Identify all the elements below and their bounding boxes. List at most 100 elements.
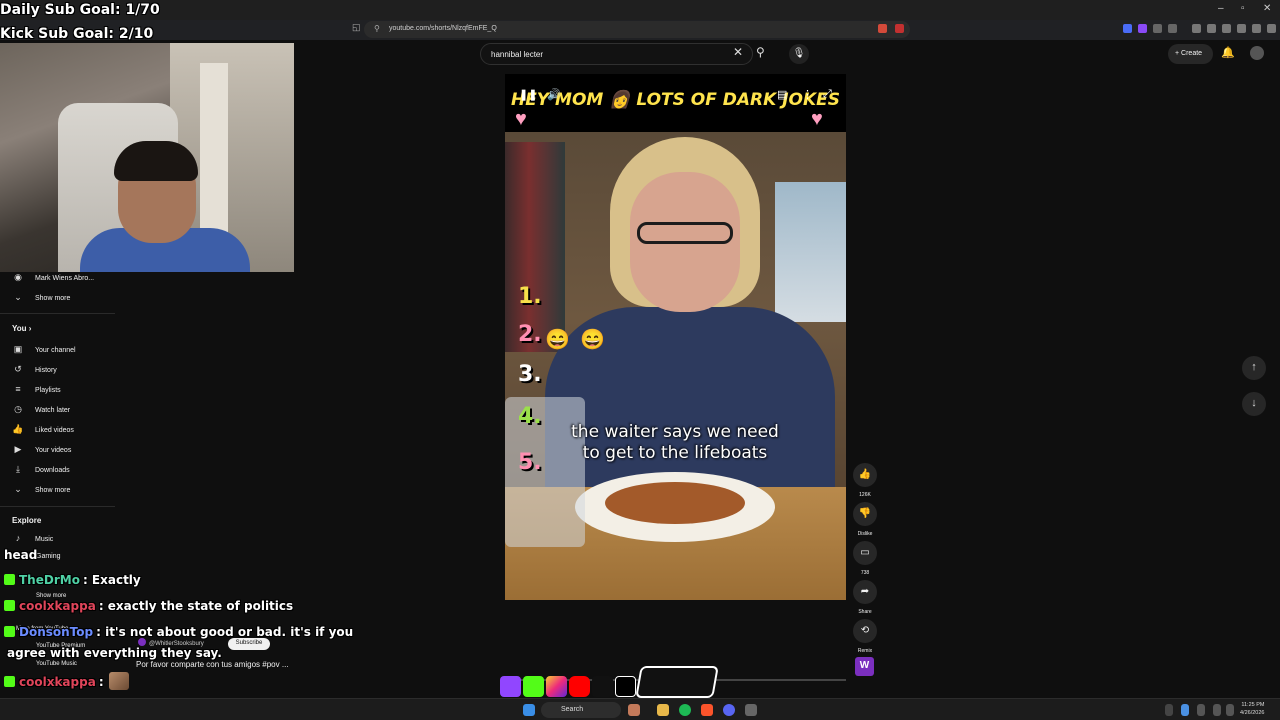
menu-icon[interactable] [1267,24,1276,33]
tray-icon[interactable] [1181,704,1189,716]
mic-tray-icon[interactable] [1197,704,1205,716]
shield-icon[interactable] [1252,24,1261,33]
share-button[interactable]: ➦ Share [853,580,877,615]
chat-text: : it's not about good or bad. it's if yo… [96,625,354,639]
taskbar-search-label: Search [561,706,584,713]
clock-date: 4/26/2026 [1240,710,1265,716]
clock[interactable]: 11:25 PM 4/26/2026 [1240,701,1264,717]
media-icon[interactable] [1192,24,1201,33]
sidebar-icon[interactable] [1207,24,1216,33]
chat-message: coolxkappa: exactly the state of politic… [4,599,293,613]
video-caption: the waiter says we need to get to the li… [545,422,805,464]
previous-short-button[interactable]: ↑ [1242,356,1266,380]
chevron-up-icon[interactable] [1165,704,1173,716]
volume-tray-icon[interactable] [1226,704,1234,716]
spotify-icon[interactable] [679,704,691,716]
sidebar-item-watch-later[interactable]: ◷ Watch later [11,404,70,420]
dislike-label: Dislike [857,531,873,537]
bookmark-icon[interactable]: ◱ [352,22,361,33]
notifications-icon[interactable]: 🔔 [1221,46,1235,59]
create-button[interactable]: + Create [1168,44,1213,64]
thumbs-up-icon: 👍 [853,463,877,487]
captions-icon[interactable]: ▤ [777,88,787,101]
thumbs-up-icon: 👍 [12,424,24,434]
subscribe-button[interactable]: Subscribe [228,638,270,650]
restore-icon[interactable]: ▫ [1241,3,1245,14]
remix-button[interactable]: ⟲ Remix [853,619,877,654]
kick-icon [523,676,544,697]
chat-username[interactable]: coolxkappa [19,675,96,689]
fullscreen-icon[interactable]: ⤢ [823,88,832,101]
chat-username[interactable]: DonsonTop [19,625,93,639]
list-number: 3. [518,362,542,387]
sidebar-item-history[interactable]: ↺ History [11,364,57,380]
sidebar-item-your-videos[interactable]: ▶ Your videos [11,444,72,460]
app-icon[interactable] [628,704,640,716]
like-count: 126K [859,492,871,498]
you-heading[interactable]: You › [12,324,31,333]
clock-icon: ◷ [14,404,22,414]
grin-emoji-icon: 😄 [580,329,605,351]
search-value: hannibal lecter [491,50,544,59]
taskbar-search[interactable]: Search [541,702,621,718]
dislike-button[interactable]: 👎 Dislike [853,502,877,537]
mic-icon[interactable]: 🎙 [789,44,809,64]
next-short-button[interactable]: ↓ [1242,392,1266,416]
arrow-up-icon: ↑ [1251,361,1257,373]
chat-username[interactable]: TheDrMo [19,573,80,587]
chat-message: DonsonTop: it's not about good or bad. i… [4,625,353,639]
close-window-icon[interactable]: ✕ [1263,3,1271,14]
more-options-icon[interactable]: ⋮ [802,88,813,101]
search-icon[interactable]: ⚲ [756,45,765,59]
network-icon[interactable] [1213,704,1221,716]
discord-icon[interactable] [723,704,735,716]
list-number: 5. [518,450,542,475]
minimize-icon[interactable]: – [1218,3,1224,14]
app-icon[interactable] [745,704,757,716]
pause-icon[interactable]: ❚❚ [519,88,537,101]
shorts-video[interactable]: HEY MOM 👩 LOTS OF DARK JOKES ♥ ♥ ❚❚ 🔊 ▤ … [505,74,846,600]
extension-icon[interactable] [1153,24,1162,33]
comment-icon: ▭ [853,541,877,565]
sidebar-item-liked-videos[interactable]: 👍 Liked videos [11,424,74,440]
daily-sub-goal: Daily Sub Goal: 1/70 [0,2,160,18]
file-explorer-icon[interactable] [657,704,669,716]
sidebar-item-gaming[interactable]: Gaming [36,553,61,569]
extension-icon[interactable] [878,24,887,33]
channel-avatar [138,638,146,646]
address-bar[interactable]: ⚲ youtube.com/shorts/NlzqfEmFE_Q [364,21,910,38]
volume-icon[interactable]: 🔊 [547,88,561,101]
sidebar-item-downloads[interactable]: ⤓ Downloads [11,464,70,480]
clear-search-icon[interactable]: ✕ [733,45,743,59]
video-description[interactable]: Por favor comparte con tus amigos #pov .… [136,660,289,669]
site-info-icon[interactable]: ⚲ [374,24,380,33]
explore-heading: Explore [12,516,42,525]
wallet-icon[interactable] [1222,24,1231,33]
sidebar-item-music[interactable]: ♪ Music [11,533,54,549]
avatar[interactable] [1250,46,1264,60]
list-number: 4. [518,404,542,429]
extension-icon[interactable] [1138,24,1147,33]
search-input[interactable]: hannibal lecter [480,43,753,65]
sidebar-subscription[interactable]: ◉ Mark Wiens Abro... [11,272,94,288]
show-more-button[interactable]: ⌄ Show more [11,484,70,500]
sidebar-item-your-channel[interactable]: ▣ Your channel [11,344,76,360]
chat-text: : exactly the state of politics [98,599,294,613]
music-icon: ♪ [15,533,21,543]
vpn-icon[interactable] [1237,24,1246,33]
comments-button[interactable]: ▭ 738 [853,541,877,576]
like-button[interactable]: 👍 126K [853,463,877,498]
chevron-down-icon: ⌄ [14,292,22,302]
brave-icon[interactable] [701,704,713,716]
windows-start-icon[interactable] [523,704,535,716]
extension-icon[interactable] [1123,24,1132,33]
chat-text: agree with everything they say. [7,646,222,660]
extension-icon[interactable] [895,24,904,33]
show-more-button[interactable]: ⌄ Show more [11,292,70,308]
extension-icon[interactable] [1168,24,1177,33]
streamer-logo [635,666,719,698]
kick-badge-icon [4,600,15,611]
sidebar-item-playlists[interactable]: ≡ Playlists [11,384,60,400]
audio-thumbnail[interactable]: W [855,657,874,676]
chat-username[interactable]: coolxkappa [19,599,96,613]
